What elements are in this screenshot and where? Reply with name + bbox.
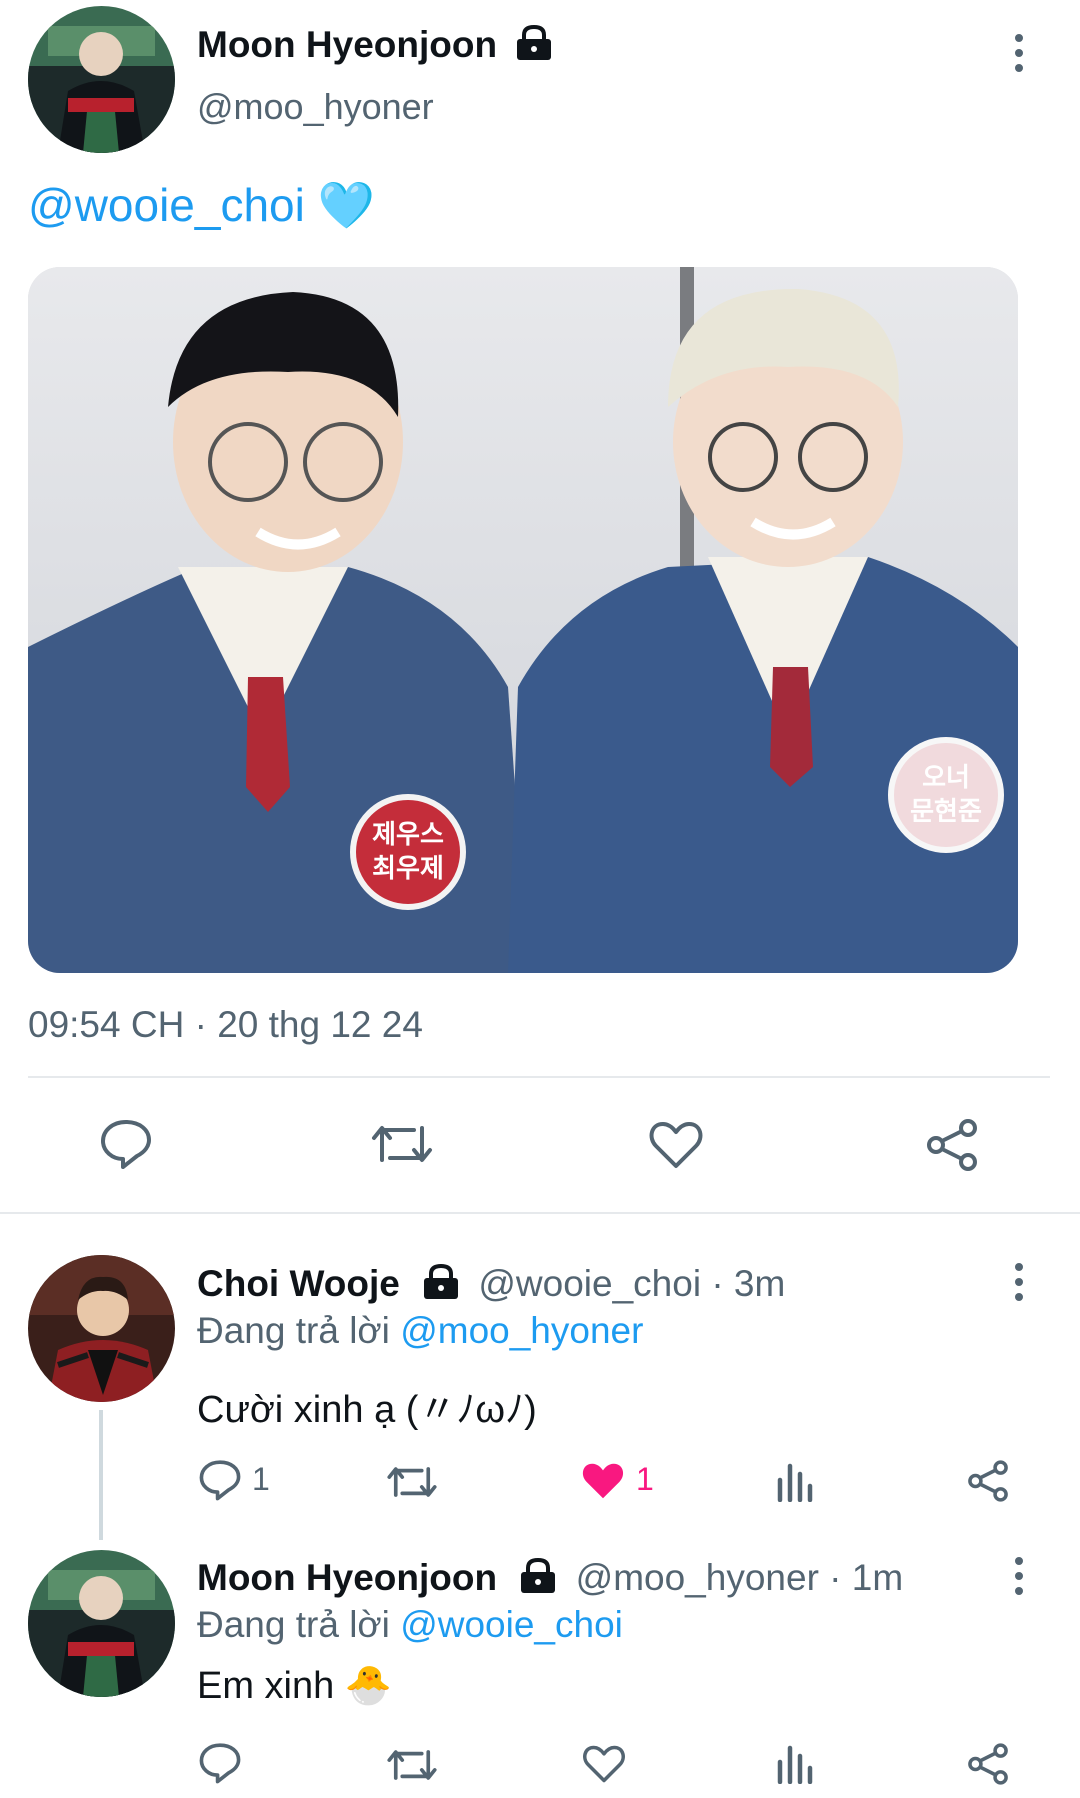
share-icon[interactable] [966,1742,1010,1786]
reply-icon[interactable] [198,1742,242,1784]
retweet-icon[interactable] [386,1462,438,1502]
analytics-icon[interactable] [776,1460,816,1502]
tweet-text: @wooie_choi 🩵 [28,178,375,233]
like-icon[interactable] [648,1120,704,1170]
reply-icon[interactable] [198,1459,242,1501]
badge-label-right: 오너 문현준 [910,762,982,826]
main-author-name[interactable]: Moon Hyeonjoon [197,24,497,66]
replying-to-mention[interactable]: @moo_hyoner [400,1310,643,1351]
lock-icon [422,1264,460,1300]
tweet-photo[interactable]: 제우스 최우제 오너 문현준 [28,267,1018,973]
more-options-icon[interactable] [999,1252,1039,1312]
reply-text: Em xinh 🐣 [197,1665,393,1707]
divider [28,1076,1050,1078]
reply-icon[interactable] [99,1118,153,1170]
reply-header: Choi Wooje @wooie_choi · 3m [197,1263,785,1305]
mention-link[interactable]: @wooie_choi [28,179,305,231]
reply-author-meta[interactable]: @wooie_choi · 3m [478,1263,785,1304]
share-icon[interactable] [966,1459,1010,1503]
hatching-chick-emoji: 🐣 [344,1665,393,1707]
analytics-icon[interactable] [776,1742,816,1784]
reply-count: 1 [252,1461,270,1497]
reply-header: Moon Hyeonjoon @moo_hyoner · 1m [197,1557,903,1599]
section-divider [0,1212,1080,1214]
liked-heart-icon[interactable] [580,1460,626,1502]
reply-author-meta[interactable]: @moo_hyoner · 1m [576,1557,904,1598]
reply-author-name[interactable]: Moon Hyeonjoon [197,1557,497,1598]
like-count: 1 [636,1461,654,1497]
replying-to: Đang trả lời @moo_hyoner [197,1310,644,1351]
main-author-avatar[interactable] [28,6,175,153]
share-icon[interactable] [924,1118,980,1172]
main-author-handle[interactable]: @moo_hyoner [197,86,434,128]
more-options-icon[interactable] [999,1546,1039,1606]
reply-author-name[interactable]: Choi Wooje [197,1263,400,1304]
reply-text: Cười xinh ạ (〃ﾉωﾉ) [197,1389,537,1431]
replying-to-mention[interactable]: @wooie_choi [400,1604,623,1645]
reply-author-avatar[interactable] [28,1255,175,1402]
badge-label-left: 제우스 최우제 [372,819,444,883]
heart-emoji: 🩵 [317,179,375,231]
tweet-timestamp[interactable]: 09:54 CH · 20 thg 12 24 [28,1004,423,1046]
thread-line [99,1410,103,1540]
lock-icon [519,1558,557,1594]
replying-to: Đang trả lời @wooie_choi [197,1604,623,1645]
lock-icon [515,25,553,61]
more-options-icon[interactable] [999,23,1039,83]
like-icon[interactable] [582,1744,626,1784]
retweet-icon[interactable] [370,1120,434,1168]
reply-author-avatar[interactable] [28,1550,175,1697]
retweet-icon[interactable] [386,1745,438,1785]
